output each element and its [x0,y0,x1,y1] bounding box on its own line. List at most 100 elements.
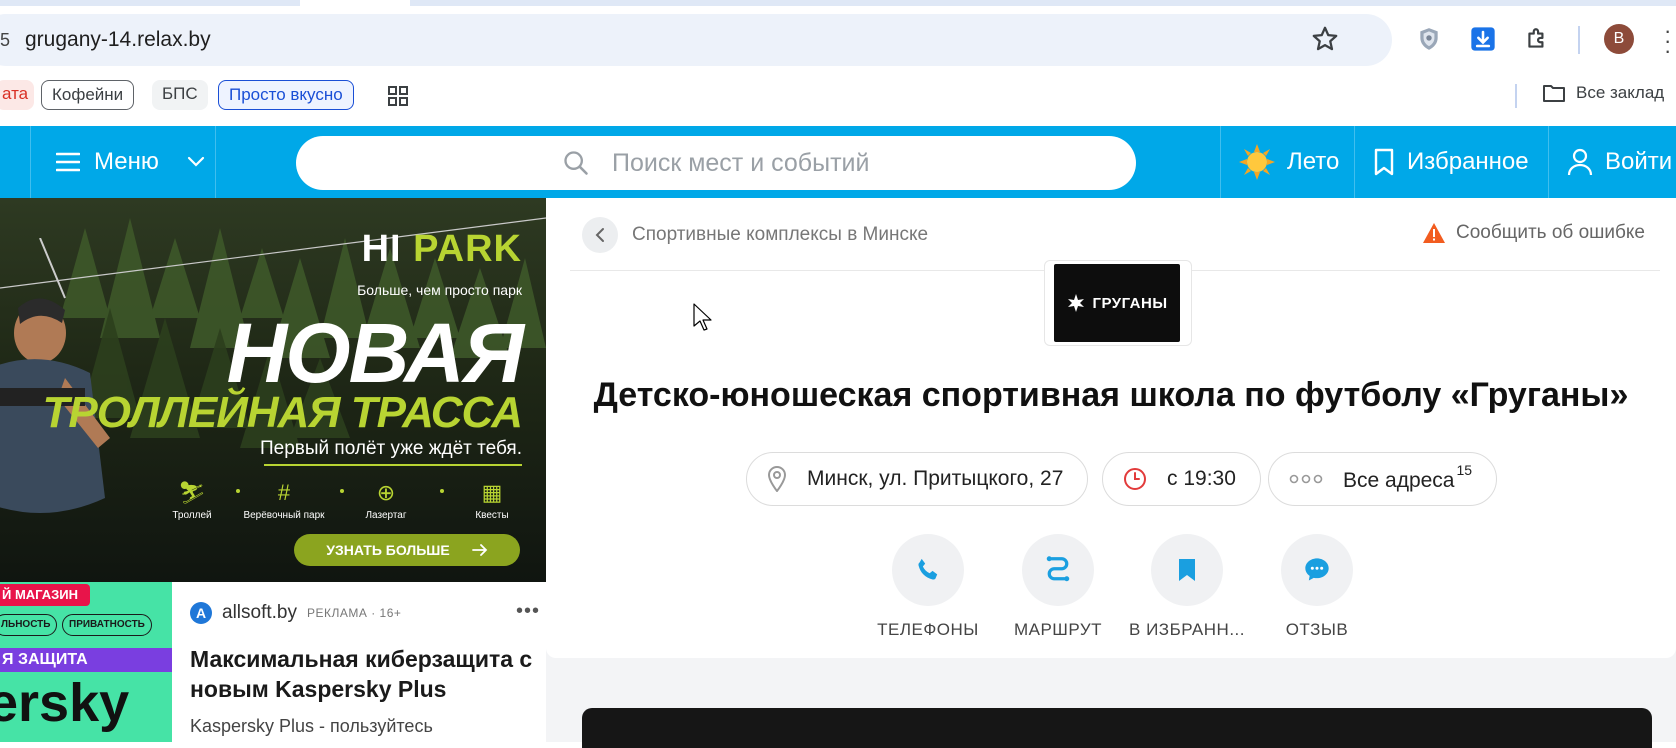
favorites-label: Избранное [1407,148,1529,175]
target-icon: ⊕ [376,480,396,505]
feature-quests: ▦ Квесты [442,476,542,521]
profile-avatar[interactable]: B [1604,24,1634,54]
banner-subheadline: ТРОЛЛЕЙНАЯ ТРАССА [42,388,523,437]
all-bookmarks-button[interactable]: Все заклад [1542,82,1664,104]
warning-icon [1423,223,1445,243]
report-error-button[interactable]: Сообщить об ошибке [1422,222,1645,244]
chevron-down-icon [187,156,204,167]
hamburger-icon [56,152,80,172]
hipark-logo: HI PARK [361,228,522,270]
phones-action[interactable]: ТЕЛЕФОНЫ [863,534,993,640]
organization-card: Спортивные комплексы в Минске Сообщить о… [546,198,1676,658]
url-text[interactable]: grugany-14.relax.by [25,28,211,52]
ad-source-name: allsoft.by [222,602,297,623]
ad-source[interactable]: A allsoft.by РЕКЛАМА · 16+ [190,602,401,624]
logo-text: ГРУГАНЫ [1092,294,1168,312]
all-addresses-chip[interactable]: Все адреса 15 [1268,452,1498,506]
banner-headline: НОВАЯ [226,306,524,400]
route-label: МАРШРУТ [1013,620,1103,639]
organization-logo: ГРУГАНЫ [1044,260,1192,346]
ad-banner-hipark[interactable]: HI PARK Больше, чем просто парк НОВАЯ ТР… [0,198,546,582]
star-emblem-icon [1068,294,1085,312]
phone-icon [918,558,938,580]
back-button[interactable] [582,217,618,253]
ad-thumbnail[interactable]: Й МАГАЗИН ЛЬНОСТЬ ПРИВАТНОСТЬ Я ЗАЩИТА e… [0,582,172,742]
map-icon: ▦ [481,480,503,505]
sun-icon [1239,144,1275,180]
hours-chip[interactable]: с 19:30 [1102,452,1261,506]
address-chip[interactable]: Минск, ул. Притыцкого, 27 [746,452,1089,506]
menu-button[interactable]: Меню [30,126,216,198]
download-icon[interactable] [1466,22,1500,56]
shield-icon[interactable] [1412,22,1446,56]
thumb-chip: ЛЬНОСТЬ [0,614,58,636]
breadcrumb[interactable]: Спортивные комплексы в Минске [632,224,928,246]
search-input[interactable] [612,144,1092,182]
chat-icon [1305,558,1329,581]
browser-menu-icon[interactable]: · · · [1664,20,1671,62]
dots-icon [1289,474,1323,484]
more-options-icon[interactable]: ••• [516,600,540,623]
chevron-left-icon [595,228,604,242]
season-label: Лето [1287,148,1340,175]
media-section[interactable] [582,708,1652,748]
tab-strip [0,0,1676,6]
address-text: Минск, ул. Притыцкого, 27 [807,467,1064,490]
favorites-button[interactable]: Избранное [1354,126,1550,198]
review-action[interactable]: ОТЗЫВ [1252,534,1382,640]
banner-divider [264,464,522,466]
bookmark-icon [1179,559,1195,581]
search-box[interactable] [296,136,1136,190]
banner-tagline: Больше, чем просто парк [357,282,522,298]
review-label: ОТЗЫВ [1285,620,1349,639]
favorite-action[interactable]: В ИЗБРАНН... [1122,534,1252,640]
report-error-label: Сообщить об ошибке [1456,222,1645,243]
location-pin-icon [767,466,787,492]
hours-text: с 19:30 [1167,467,1236,490]
banner-cta-button[interactable]: УЗНАТЬ БОЛЬШЕ [294,534,520,566]
route-action[interactable]: МАРШРУТ [993,534,1123,640]
bookmarks-bar: ата Кофейни БПС Просто вкусно Все заклад [0,76,1676,116]
bookmarks-divider [1515,84,1517,108]
extensions-icon[interactable] [1520,22,1554,56]
bookmark-item[interactable]: БПС [152,80,208,110]
ad-card-kaspersky[interactable]: Й МАГАЗИН ЛЬНОСТЬ ПРИВАТНОСТЬ Я ЗАЩИТА e… [0,582,546,742]
login-label: Войти [1605,148,1673,175]
mouse-cursor-icon [693,303,712,331]
ad-description: Kaspersky Plus - пользуйтесь [190,716,433,736]
bookmark-outline-icon [1374,148,1394,176]
site-info-icon[interactable]: 5 [0,30,10,51]
site-header: Меню Лето Избранное Войти [0,126,1676,198]
route-icon [1046,556,1070,582]
page-title: Детско-юношеская спортивная школа по фут… [593,376,1629,414]
address-bar[interactable]: 5 grugany-14.relax.by [0,14,1392,66]
banner-features: ⛷ Троллей # Верёвочный парк ⊕ Лазертаг ▦ Кве… [160,476,536,526]
apps-grid-icon[interactable] [386,84,410,108]
active-tab-edge[interactable] [300,0,410,6]
favorite-label: В ИЗБРАНН... [1129,620,1245,639]
toolbar-divider [1578,26,1580,54]
trolley-icon: ⛷ [178,480,206,505]
user-icon [1567,148,1593,176]
rope-grid-icon: # [277,480,291,505]
allsoft-logo-icon: A [190,602,212,624]
star-icon[interactable] [1310,24,1340,54]
bookmark-item[interactable]: Кофейни [41,80,135,110]
banner-text: Первый полёт уже ждёт тебя. [260,438,522,459]
thumb-band: Я ЗАЩИТА [0,648,172,672]
thumb-brand: ersky [0,673,130,733]
search-icon [564,151,588,175]
bookmark-item[interactable]: ата [0,80,35,110]
ad-title[interactable]: Максимальная киберзащита с новым Kaspers… [190,644,540,704]
menu-label: Меню [94,148,159,175]
ad-label: РЕКЛАМА · 16+ [306,606,402,620]
all-bookmarks-label: Все заклад [1576,83,1665,102]
season-button[interactable]: Лето [1220,126,1355,198]
bookmark-item[interactable]: Просто вкусно [218,80,354,110]
login-button[interactable]: Войти [1548,126,1676,198]
feature-lasertag: ⊕ Лазертаг [336,476,436,521]
feature-rope-park: # Верёвочный парк [234,476,334,521]
thumb-chip: ПРИВАТНОСТЬ [62,614,152,636]
thumb-shop-label: Й МАГАЗИН [0,584,90,606]
all-addresses-label: Все адреса [1343,468,1455,492]
